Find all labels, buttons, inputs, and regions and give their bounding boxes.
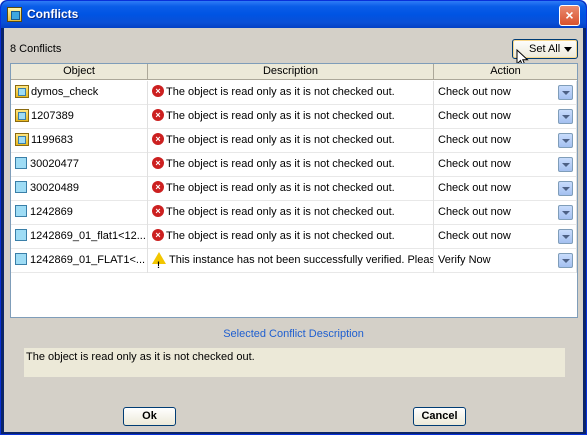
description-text: The object is read only as it is not che… <box>166 86 395 98</box>
chevron-down-icon[interactable] <box>558 157 573 172</box>
conflicts-dialog: Conflicts × 8 Conflicts Set All Object D… <box>0 0 587 435</box>
chevron-down-icon[interactable] <box>558 85 573 100</box>
description-text: The object is read only as it is not che… <box>166 110 395 122</box>
description-cell: × The object is read only as it is not ch… <box>148 225 434 249</box>
action-select[interactable]: Check out now <box>434 177 577 201</box>
error-icon: × <box>152 181 164 194</box>
description-cell: × The object is read only as it is not ch… <box>148 153 434 177</box>
action-select[interactable]: Check out now <box>434 153 577 177</box>
chevron-down-icon[interactable] <box>558 253 573 268</box>
assembly-icon <box>15 132 29 146</box>
ok-button[interactable]: Ok <box>123 407 176 426</box>
action-value: Check out now <box>438 158 511 170</box>
selected-conflict-caption: Selected Conflict Description <box>223 328 364 340</box>
description-text: The object is read only as it is not che… <box>166 230 395 242</box>
column-header-description[interactable]: Description <box>148 64 434 80</box>
table-header: Object Description Action <box>11 64 577 80</box>
action-value: Check out now <box>438 134 511 146</box>
description-cell: × The object is read only as it is not ch… <box>148 177 434 201</box>
chevron-down-icon[interactable] <box>558 205 573 220</box>
object-name: 30020477 <box>30 158 79 170</box>
action-value: Check out now <box>438 182 511 194</box>
error-icon: × <box>152 157 164 170</box>
description-text: This instance has not been successfully … <box>169 254 434 266</box>
selected-conflict-description: The object is read only as it is not che… <box>23 347 566 378</box>
action-select[interactable]: Check out now <box>434 225 577 249</box>
action-select[interactable]: Check out now <box>434 81 577 105</box>
table-row[interactable]: 1199683 × The object is read only as it i… <box>11 129 577 153</box>
object-cell: 1242869 <box>11 201 148 225</box>
error-icon: × <box>152 133 164 146</box>
assembly-icon <box>15 84 29 98</box>
action-value: Check out now <box>438 110 511 122</box>
object-cell: 1199683 <box>11 129 148 153</box>
table-row[interactable]: 30020489 × The object is read only as it … <box>11 177 577 201</box>
description-cell: × The object is read only as it is not ch… <box>148 81 434 105</box>
description-cell: × The object is read only as it is not ch… <box>148 129 434 153</box>
object-cell: 30020489 <box>11 177 148 201</box>
title-bar[interactable]: Conflicts × <box>1 1 586 28</box>
action-select[interactable]: Check out now <box>434 105 577 129</box>
object-name: 1207389 <box>31 110 74 122</box>
action-select[interactable]: Check out now <box>434 129 577 153</box>
table-row[interactable]: 30020477 × The object is read only as it … <box>11 153 577 177</box>
chevron-down-icon[interactable] <box>558 229 573 244</box>
action-select[interactable]: Check out now <box>434 201 577 225</box>
window-title: Conflicts <box>27 7 79 21</box>
object-name: 1242869 <box>30 206 73 218</box>
object-name: 1199683 <box>31 134 74 146</box>
object-name: 1242869_01_flat1<12... <box>30 230 146 242</box>
action-value: Verify Now <box>438 254 491 266</box>
chevron-down-icon[interactable] <box>558 181 573 196</box>
close-button[interactable]: × <box>559 5 580 26</box>
description-text: The object is read only as it is not che… <box>166 134 395 146</box>
part-icon <box>15 181 27 194</box>
object-cell: 30020477 <box>11 153 148 177</box>
table-row[interactable]: 1242869_01_flat1<12... × The object is re… <box>11 225 577 249</box>
object-cell: 1207389 <box>11 105 148 129</box>
part-icon <box>15 253 27 266</box>
description-cell: × The object is read only as it is not ch… <box>148 105 434 129</box>
warning-icon <box>152 252 166 273</box>
assembly-icon <box>15 108 29 122</box>
error-icon: × <box>152 205 164 218</box>
table-row[interactable]: dymos_check × The object is read only as … <box>11 81 577 105</box>
object-name: dymos_check <box>31 86 99 98</box>
part-icon <box>15 157 27 170</box>
error-icon: × <box>152 229 164 242</box>
cancel-button[interactable]: Cancel <box>413 407 466 426</box>
description-cell: This instance has not been successfully … <box>148 249 434 273</box>
error-icon: × <box>152 109 164 122</box>
chevron-down-icon[interactable] <box>558 133 573 148</box>
part-icon <box>15 229 27 242</box>
app-icon <box>7 7 22 22</box>
column-header-object[interactable]: Object <box>11 64 148 80</box>
object-cell: 1242869_01_FLAT1<... <box>11 249 148 273</box>
chevron-down-icon[interactable] <box>558 109 573 124</box>
table-row[interactable]: 1207389 × The object is read only as it i… <box>11 105 577 129</box>
object-cell: dymos_check <box>11 81 148 105</box>
action-value: Check out now <box>438 206 511 218</box>
description-text: The object is read only as it is not che… <box>166 206 395 218</box>
description-text: The object is read only as it is not che… <box>166 158 395 170</box>
object-name: 30020489 <box>30 182 79 194</box>
dropdown-arrow-icon <box>564 47 572 52</box>
error-icon: × <box>152 85 164 98</box>
description-cell: × The object is read only as it is not ch… <box>148 201 434 225</box>
column-header-action[interactable]: Action <box>434 64 577 80</box>
action-value: Check out now <box>438 86 511 98</box>
conflicts-table[interactable]: Object Description Action dymos_check × T… <box>10 63 578 318</box>
table-row[interactable]: 1242869 × The object is read only as it i… <box>11 201 577 225</box>
description-text: The object is read only as it is not che… <box>166 182 395 194</box>
action-value: Check out now <box>438 230 511 242</box>
set-all-label: Set All <box>529 43 561 55</box>
object-name: 1242869_01_FLAT1<... <box>30 254 146 266</box>
part-icon <box>15 205 27 218</box>
dialog-body: 8 Conflicts Set All Object Description A… <box>4 28 583 432</box>
action-select[interactable]: Verify Now <box>434 249 577 273</box>
table-row[interactable]: 1242869_01_FLAT1<... This instance has n… <box>11 249 577 273</box>
object-cell: 1242869_01_flat1<12... <box>11 225 148 249</box>
conflict-count-label: 8 Conflicts <box>10 43 62 55</box>
